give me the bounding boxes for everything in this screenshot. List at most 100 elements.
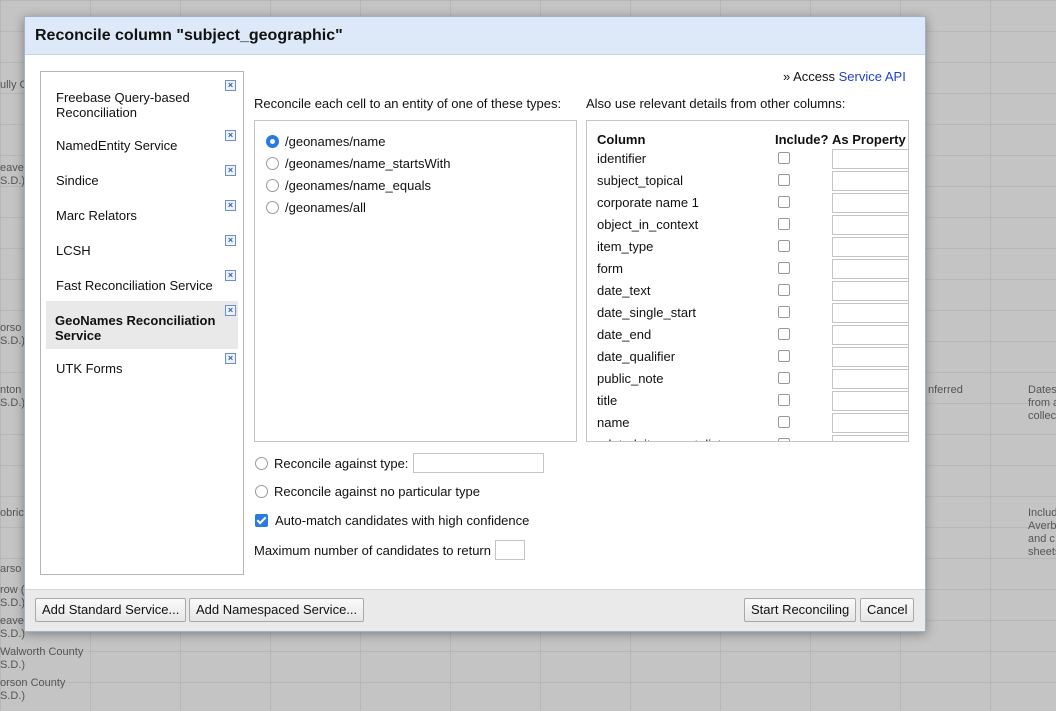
type-option[interactable]: /geonames/name_equals — [266, 176, 431, 194]
background-cell: nton S.D.) — [0, 384, 26, 409]
remove-service-icon[interactable]: × — [225, 270, 236, 281]
column-row: corporate name 1 — [597, 192, 908, 214]
column-name: form — [597, 261, 623, 276]
type-option[interactable]: /geonames/name — [266, 132, 385, 150]
remove-service-icon[interactable]: × — [225, 165, 236, 176]
property-input[interactable] — [832, 347, 908, 367]
column-name: date_text — [597, 283, 651, 298]
add-namespaced-service-button[interactable]: Add Namespaced Service... — [189, 598, 365, 622]
column-header-column: Column — [597, 132, 646, 147]
remove-service-icon[interactable]: × — [225, 80, 236, 91]
reconcile-dialog: Reconcile column "subject_geographic" Fr… — [24, 16, 926, 632]
cancel-button[interactable]: Cancel — [860, 598, 915, 622]
column-row: date_single_start — [597, 302, 908, 324]
include-checkbox[interactable] — [778, 196, 790, 208]
add-standard-service-button[interactable]: Add Standard Service... — [35, 598, 187, 622]
include-checkbox[interactable] — [778, 306, 790, 318]
remove-service-icon[interactable]: × — [225, 200, 236, 211]
types-heading: Reconcile each cell to an entity of one … — [254, 96, 562, 111]
property-input[interactable] — [832, 171, 908, 191]
columns-table: Column Include? As Property identifier su… — [586, 120, 909, 442]
type-option[interactable]: /geonames/name_startsWith — [266, 154, 450, 172]
column-row: related_item_part_list — [597, 434, 908, 441]
service-item-label: UTK Forms — [56, 361, 123, 376]
type-option-label: /geonames/name_startsWith — [285, 155, 451, 171]
property-input[interactable] — [832, 435, 908, 441]
include-checkbox[interactable] — [778, 240, 790, 252]
property-input[interactable] — [832, 303, 908, 323]
column-row: identifier — [597, 148, 908, 170]
include-checkbox[interactable] — [778, 328, 790, 340]
service-item[interactable]: Marc Relators × — [46, 196, 238, 231]
property-input[interactable] — [832, 325, 908, 345]
max-candidates-option: Maximum number of candidates to return — [254, 540, 525, 560]
service-item-label: Sindice — [56, 173, 99, 188]
column-row: public_note — [597, 368, 908, 390]
auto-match-checkbox[interactable] — [255, 514, 268, 527]
column-name: object_in_context — [597, 217, 699, 232]
include-checkbox[interactable] — [778, 394, 790, 406]
column-row: item_type — [597, 236, 908, 258]
type-option[interactable]: /geonames/all — [266, 198, 366, 216]
start-reconciling-button[interactable]: Start Reconciling — [744, 598, 857, 622]
column-name: public_note — [597, 371, 664, 386]
include-checkbox[interactable] — [778, 174, 790, 186]
remove-service-icon[interactable]: × — [225, 235, 236, 246]
service-item[interactable]: UTK Forms × — [46, 349, 238, 384]
dialog-title: Reconcile column "subject_geographic" — [25, 17, 925, 55]
column-row: date_text — [597, 280, 908, 302]
include-checkbox[interactable] — [778, 284, 790, 296]
property-input[interactable] — [832, 193, 908, 213]
service-item[interactable]: Sindice × — [46, 161, 238, 196]
remove-service-icon[interactable]: × — [225, 305, 236, 316]
column-row: date_end — [597, 324, 908, 346]
property-input[interactable] — [832, 149, 908, 169]
type-option-label: /geonames/name_equals — [285, 177, 431, 193]
include-checkbox[interactable] — [778, 416, 790, 428]
service-item[interactable]: Fast Reconciliation Service × — [46, 266, 238, 301]
column-row: form — [597, 258, 908, 280]
column-name: identifier — [597, 151, 647, 166]
include-checkbox[interactable] — [778, 350, 790, 362]
background-cell: Walworth County S.D.) — [0, 646, 84, 671]
type-radio[interactable] — [266, 178, 279, 192]
remove-service-icon[interactable]: × — [225, 130, 236, 141]
type-radio[interactable] — [266, 156, 279, 170]
service-item[interactable]: LCSH × — [46, 231, 238, 266]
include-checkbox[interactable] — [778, 438, 790, 441]
include-checkbox[interactable] — [778, 372, 790, 384]
include-checkbox[interactable] — [778, 218, 790, 230]
remove-service-icon[interactable]: × — [225, 353, 236, 364]
property-input[interactable] — [832, 259, 908, 279]
include-checkbox[interactable] — [778, 152, 790, 164]
column-row: title — [597, 390, 908, 412]
service-api-prefix: » Access — [783, 69, 839, 84]
service-item[interactable]: GeoNames Reconciliation Service × — [46, 301, 238, 349]
auto-match-label: Auto-match candidates with high confiden… — [275, 513, 530, 528]
against-none-radio[interactable] — [255, 485, 268, 498]
against-none-option: Reconcile against no particular type — [255, 484, 480, 499]
property-input[interactable] — [832, 391, 908, 411]
property-input[interactable] — [832, 281, 908, 301]
property-input[interactable] — [832, 215, 908, 235]
property-input[interactable] — [832, 369, 908, 389]
property-input[interactable] — [832, 413, 908, 433]
include-checkbox[interactable] — [778, 262, 790, 274]
service-item[interactable]: Freebase Query-based Reconciliation × — [46, 76, 238, 126]
column-name: title — [597, 393, 618, 408]
service-item-label: LCSH — [56, 243, 91, 258]
service-api-link[interactable]: Service API — [839, 69, 906, 84]
property-input[interactable] — [832, 237, 908, 257]
against-type-radio[interactable] — [255, 456, 268, 470]
type-radio[interactable] — [266, 134, 279, 148]
against-type-input[interactable] — [413, 453, 545, 473]
max-candidates-input[interactable] — [495, 540, 525, 560]
column-row: object_in_context — [597, 214, 908, 236]
service-item-label: Marc Relators — [56, 208, 137, 223]
background-cell: row ( S.D.) — [0, 584, 26, 609]
type-radio[interactable] — [266, 200, 279, 214]
service-item-label: Fast Reconciliation Service — [56, 278, 213, 293]
background-cell: Dates from a collec — [1028, 384, 1056, 422]
service-item[interactable]: NamedEntity Service × — [46, 126, 238, 161]
service-item-label: GeoNames Reconciliation Service — [55, 313, 216, 343]
